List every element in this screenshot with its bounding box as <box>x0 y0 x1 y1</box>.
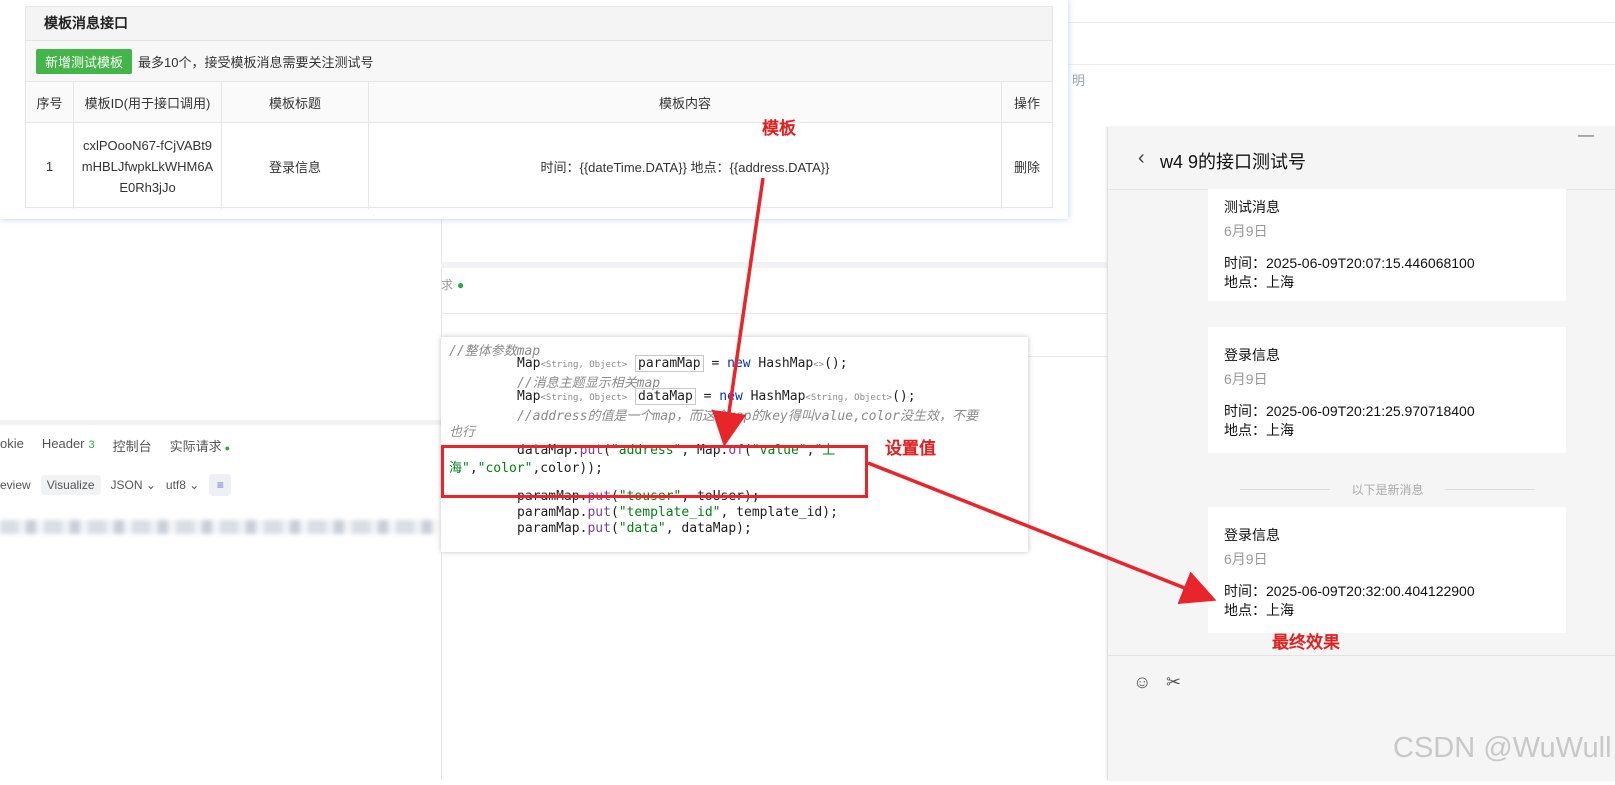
wrap-lines-icon[interactable]: ≡ <box>209 474 232 496</box>
template-hint: 最多10个，接受模板消息需要关注测试号 <box>138 54 374 70</box>
bg-divider <box>441 262 1111 268</box>
template-panel-frame: 模板消息接口 新增测试模板 最多10个，接受模板消息需要关注测试号 序号 模板I… <box>25 6 1053 209</box>
template-table: 序号 模板ID(用于接口调用) 模板标题 模板内容 操作 1 cxlPOooN6… <box>26 82 1052 209</box>
row-index: 1 <box>26 122 74 209</box>
message-place: 地点：上海 <box>1224 422 1294 438</box>
code-line: Map<String, Object> paramMap = new HashM… <box>517 355 848 372</box>
message-title: 测试消息 <box>1224 199 1280 215</box>
annotation-final-effect: 最终效果 <box>1272 633 1340 652</box>
message-card: 登录信息 6月9日 时间：2025-06-09T20:32:00.4041229… <box>1208 507 1566 633</box>
tab-actual-request-label: 实际请求 <box>169 439 222 454</box>
template-id: cxlPOooN67-fCjVABt9 mHBLJfwpkLkWHM6A E0R… <box>73 122 222 209</box>
table-row: 1 cxlPOooN67-fCjVABt9 mHBLJfwpkLkWHM6A E… <box>26 122 1053 210</box>
template-id-line: cxlPOooN67-fCjVABt9 <box>82 137 213 153</box>
table-header-row: 序号 模板ID(用于接口调用) 模板标题 模板内容 操作 <box>26 82 1052 123</box>
preview-button[interactable]: eview <box>0 478 31 492</box>
tab-actual-request[interactable]: 实际请求 ● <box>170 436 230 455</box>
bg-divider <box>441 313 1111 314</box>
status-dot-icon: ● <box>457 278 465 292</box>
new-messages-divider: 以下是新消息 <box>1240 481 1535 498</box>
column-header: 操作 <box>1001 82 1052 123</box>
message-place: 地点：上海 <box>1224 274 1294 290</box>
tab-header[interactable]: Header 3 <box>42 436 95 455</box>
template-id-line: E0Rh3jJo <box>119 179 176 195</box>
tab-console[interactable]: 控制台 <box>113 436 152 455</box>
emoji-icon[interactable]: ☺ <box>1133 672 1151 693</box>
message-time: 时间：2025-06-09T20:32:00.404122900 <box>1224 583 1475 599</box>
annotation-set-value: 设置值 <box>885 439 936 458</box>
encoding-select[interactable]: utf8 ⌄ <box>166 478 199 492</box>
template-id-line: mHBLJfwpkLkWHM6A <box>81 158 214 174</box>
format-select[interactable]: JSON ⌄ <box>111 478 156 492</box>
encoding-select-value: utf8 <box>165 478 186 492</box>
code-line: paramMap.put("template_id", template_id)… <box>517 505 838 520</box>
code-comment: //address的值是一个map，而这个map的key得叫value,colo… <box>517 409 978 424</box>
bg-divider <box>1043 22 1615 23</box>
minimize-icon[interactable]: — <box>1578 127 1594 145</box>
message-time: 时间：2025-06-09T20:07:15.446068100 <box>1224 255 1475 271</box>
annotation-template: 模板 <box>762 119 796 138</box>
format-select-value: JSON <box>110 478 143 492</box>
wechat-chat-window: ‹ w4 9的接口测试号 — 测试消息 6月9日 时间：2025-06-09T2… <box>1107 127 1615 781</box>
message-card: 登录信息 6月9日 时间：2025-06-09T20:21:25.9707184… <box>1208 327 1566 453</box>
chat-header: ‹ w4 9的接口测试号 — <box>1108 127 1615 190</box>
template-message-panel: 模板消息接口 新增测试模板 最多10个，接受模板消息需要关注测试号 序号 模板I… <box>0 0 1068 219</box>
column-header: 序号 <box>26 82 74 123</box>
message-title: 登录信息 <box>1224 527 1280 543</box>
bg-divider <box>1043 64 1615 65</box>
live-dot-icon: ● <box>224 443 231 453</box>
highlight-box <box>441 445 868 498</box>
scissors-icon[interactable]: ✂ <box>1166 672 1181 693</box>
add-test-template-button[interactable]: 新增测试模板 <box>36 48 133 74</box>
csdn-watermark: CSDN @WuWull <box>1393 732 1612 764</box>
panel-title: 模板消息接口 <box>26 7 1052 41</box>
bg-status-fragment: 求 ● <box>441 276 464 293</box>
chat-title: w4 9的接口测试号 <box>1160 152 1307 172</box>
tab-cookie[interactable]: okie <box>0 436 24 455</box>
message-date: 6月9日 <box>1224 551 1268 567</box>
message-date: 6月9日 <box>1224 223 1268 239</box>
blurred-response-text <box>0 520 438 534</box>
message-time: 时间：2025-06-09T20:21:25.970718400 <box>1224 403 1475 419</box>
status-text: 求 <box>441 278 454 292</box>
column-header: 模板标题 <box>221 82 369 123</box>
message-place: 地点：上海 <box>1224 602 1294 618</box>
response-tabs: okie Header 3 控制台 实际请求 ● <box>0 436 230 455</box>
column-header: 模板ID(用于接口调用) <box>73 82 222 123</box>
message-date: 6月9日 <box>1224 371 1268 387</box>
message-title: 登录信息 <box>1224 347 1280 363</box>
template-content: 时间：{{dateTime.DATA}} 地点：{{address.DATA}} <box>368 122 1002 209</box>
delete-link[interactable]: 删除 <box>1002 123 1053 210</box>
code-line: paramMap.put("data", dataMap); <box>517 521 752 536</box>
column-header: 模板内容 <box>368 82 1002 123</box>
back-chevron-icon[interactable]: ‹ <box>1138 147 1145 170</box>
code-line: Map<String, Object> dataMap = new HashMa… <box>517 388 916 405</box>
bg-text-fragment: 明 <box>1072 73 1086 88</box>
tab-header-label: Header <box>41 436 85 451</box>
header-count-badge: 3 <box>88 439 95 451</box>
template-toolbar: 新增测试模板 最多10个，接受模板消息需要关注测试号 <box>26 41 1052 82</box>
message-card: 测试消息 6月9日 时间：2025-06-09T20:07:15.4460681… <box>1208 189 1566 301</box>
code-comment: 也行 <box>449 425 476 440</box>
chevron-down-icon: ⌄ <box>189 478 200 492</box>
template-title: 登录信息 <box>221 122 369 209</box>
chevron-down-icon: ⌄ <box>145 478 156 492</box>
visualize-button[interactable]: Visualize <box>40 475 101 495</box>
response-toolbar: eview Visualize JSON ⌄ utf8 ⌄ ≡ <box>0 474 232 496</box>
